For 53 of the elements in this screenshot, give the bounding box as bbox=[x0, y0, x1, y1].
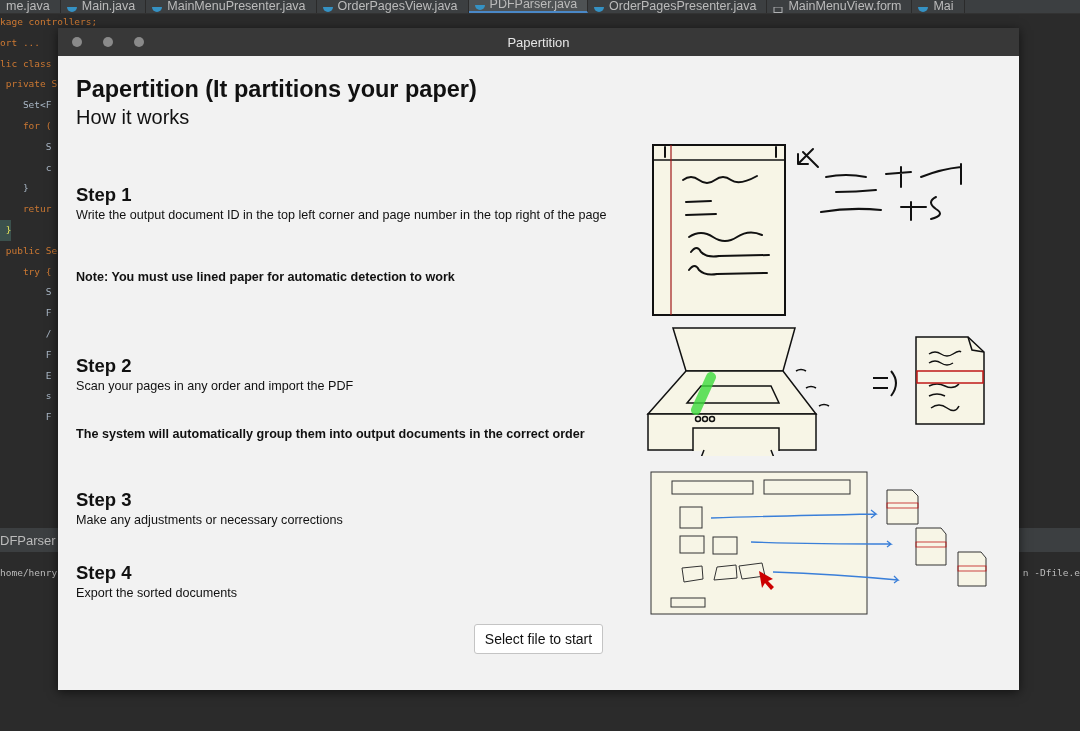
file-tab[interactable]: Mai bbox=[912, 0, 965, 13]
form-icon bbox=[773, 7, 784, 13]
window-control-icon[interactable] bbox=[134, 37, 144, 47]
window-control-icon[interactable] bbox=[72, 37, 82, 47]
window-title: Papertition bbox=[507, 34, 570, 50]
panel-tab[interactable]: DFParser bbox=[0, 532, 56, 548]
file-tab[interactable]: Main.java bbox=[60, 0, 147, 13]
app-heading: Papertition (It partitions your paper) bbox=[76, 75, 477, 104]
class-icon bbox=[322, 7, 333, 13]
select-file-button[interactable]: Select file to start bbox=[473, 624, 604, 654]
class-icon bbox=[66, 7, 77, 13]
code-line: s bbox=[44, 389, 52, 404]
step-text: Make any adjustments or necessary corrections bbox=[76, 511, 343, 528]
code-line: F bbox=[44, 347, 52, 362]
step-text: Scan your pages in any order and import the PDF bbox=[76, 378, 354, 394]
step-title: Step 2 bbox=[76, 354, 132, 378]
code-line: ort ... bbox=[0, 35, 41, 50]
terminal-text: n -Dfile.e bbox=[1022, 567, 1080, 578]
class-icon bbox=[152, 7, 163, 13]
subheading: How it works bbox=[76, 105, 190, 130]
file-tab[interactable]: me.java bbox=[0, 0, 61, 13]
code-line: c bbox=[44, 160, 52, 175]
code-line: E bbox=[44, 368, 52, 383]
code-line: Set<F bbox=[21, 98, 52, 113]
code-line: kage controllers; bbox=[0, 15, 98, 29]
file-tab[interactable]: MainMenuPresenter.java bbox=[146, 0, 317, 13]
step-title: Step 3 bbox=[76, 487, 132, 512]
class-icon bbox=[594, 7, 605, 13]
code-line: F bbox=[44, 410, 52, 425]
step-note: The system will automatically group them into output documents in the correct order bbox=[76, 426, 585, 442]
code-line: F bbox=[44, 306, 52, 321]
terminal-text: home/henry bbox=[0, 567, 58, 578]
code-line: private S bbox=[4, 77, 58, 92]
file-tab[interactable]: OrderPagesPresenter.java bbox=[588, 0, 768, 13]
code-line: } bbox=[21, 181, 29, 196]
code-line: S bbox=[44, 285, 52, 300]
step-text: Export the sorted documents bbox=[76, 584, 237, 601]
step-title: Step 1 bbox=[76, 183, 132, 207]
class-icon bbox=[918, 7, 929, 13]
code-line: lic class bbox=[0, 56, 52, 71]
code-line: for ( bbox=[21, 119, 52, 133]
step-note: Note: You must use lined paper for automatic detection to work bbox=[76, 269, 455, 285]
code-line: / bbox=[44, 326, 52, 341]
code-line: S bbox=[44, 139, 52, 154]
step-text: Write the output document ID in the top left corner and page number in the top right of the page bbox=[76, 207, 607, 223]
window-control-icon[interactable] bbox=[103, 37, 113, 47]
code-line: try { bbox=[21, 264, 52, 279]
code-line: public Se bbox=[4, 243, 58, 258]
file-tab[interactable]: MainMenuView.form bbox=[767, 0, 913, 13]
class-icon bbox=[474, 5, 485, 11]
step-title: Step 4 bbox=[76, 560, 132, 585]
code-line: retur bbox=[21, 202, 52, 217]
file-tab[interactable]: OrderPagesView.java bbox=[316, 0, 469, 13]
